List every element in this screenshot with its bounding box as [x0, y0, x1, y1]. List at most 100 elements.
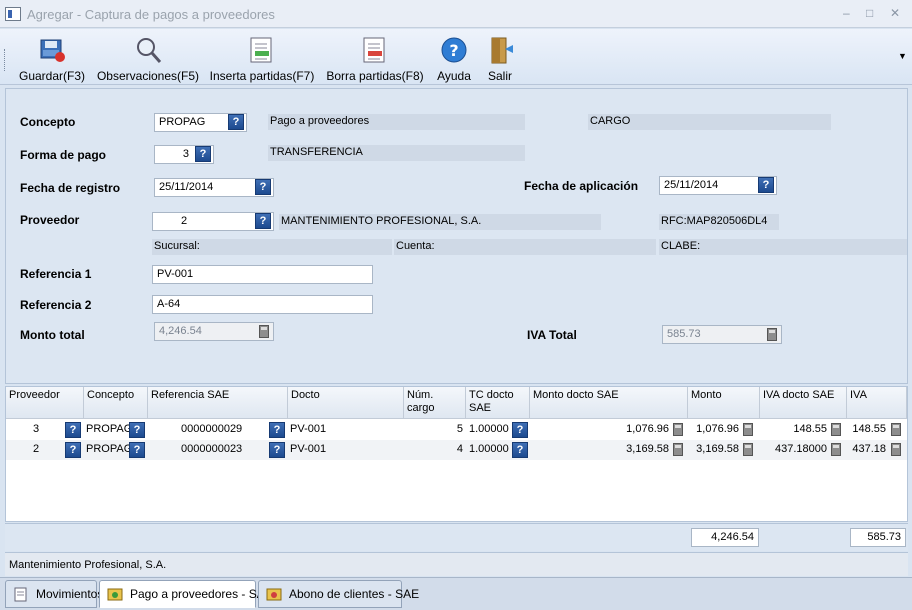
- tab-movimientos[interactable]: Movimientos: [5, 580, 103, 608]
- delete-rows-icon: [363, 37, 385, 63]
- proveedor-name: MANTENIMIENTO PROFESIONAL, S.A.: [279, 214, 601, 230]
- column-header-monto-docto[interactable]: Monto docto SAE: [530, 387, 688, 419]
- exit-button[interactable]: Salir: [482, 33, 518, 83]
- row-monto-docto[interactable]: 3,169.58: [530, 440, 672, 460]
- row-concepto[interactable]: PROPAG: [83, 420, 135, 440]
- column-header-iva-docto[interactable]: IVA docto SAE: [760, 387, 847, 419]
- row-docto[interactable]: PV-001: [287, 420, 329, 440]
- window-title: Agregar - Captura de pagos a proveedores: [27, 7, 275, 22]
- row-concepto[interactable]: PROPAG: [83, 440, 135, 460]
- concepto-label: Concepto: [20, 115, 76, 129]
- close-icon[interactable]: ✕: [890, 6, 900, 20]
- proveedor-rfc: RFC:MAP820506DL4: [659, 214, 779, 230]
- column-header-tc-docto[interactable]: TC docto SAE: [466, 387, 530, 419]
- referencia1-label: Referencia 1: [20, 267, 92, 281]
- concepto-lookup-icon[interactable]: ?: [129, 442, 145, 458]
- totals-bar: 4,246.54 585.73: [5, 523, 908, 551]
- concepto-lookup-icon[interactable]: ?: [129, 422, 145, 438]
- clabe-field: CLABE:: [659, 239, 907, 255]
- column-header-proveedor[interactable]: Proveedor: [6, 387, 84, 419]
- calculator-icon[interactable]: [831, 443, 841, 456]
- referencia2-label: Referencia 2: [20, 298, 92, 312]
- cuenta-field: Cuenta:: [394, 239, 656, 255]
- proveedor-lookup-icon[interactable]: ?: [65, 422, 81, 438]
- status-bar: Mantenimiento Profesional, S.A.: [5, 552, 908, 576]
- row-monto[interactable]: 1,076.96: [688, 420, 742, 440]
- referencia2-field[interactable]: A-64: [152, 295, 373, 314]
- row-tc-docto[interactable]: 1.00000: [466, 420, 512, 440]
- sucursal-field: Sucursal:: [152, 239, 392, 255]
- status-text: Mantenimiento Profesional, S.A.: [9, 559, 167, 571]
- help-icon: ?: [441, 37, 467, 63]
- referencia-lookup-icon[interactable]: ?: [269, 442, 285, 458]
- insert-rows-icon: [250, 37, 272, 63]
- document-tabs: Movimientos Pago a proveedores - SAE Abo…: [0, 577, 912, 610]
- row-referencia[interactable]: 0000000023: [178, 440, 245, 460]
- row-iva-docto[interactable]: 437.18000: [760, 440, 830, 460]
- calculator-icon[interactable]: [767, 328, 777, 341]
- save-button[interactable]: Guardar(F3): [14, 33, 90, 83]
- forma-pago-description: TRANSFERENCIA: [268, 145, 525, 161]
- delete-rows-button[interactable]: Borra partidas(F8): [324, 33, 426, 83]
- tc-lookup-icon[interactable]: ?: [512, 422, 528, 438]
- table-row[interactable]: 2 ? PROPAG ? 0000000023 ? PV-001 4 1.000…: [6, 440, 907, 460]
- calculator-icon[interactable]: [673, 423, 683, 436]
- calculator-icon[interactable]: [673, 443, 683, 456]
- row-num-cargo[interactable]: 5: [404, 420, 466, 440]
- proveedor-lookup-icon[interactable]: ?: [65, 442, 81, 458]
- fecha-aplicacion-calendar-icon[interactable]: ?: [758, 177, 774, 193]
- fecha-registro-label: Fecha de registro: [20, 181, 121, 195]
- proveedor-lookup-icon[interactable]: ?: [255, 213, 271, 229]
- column-header-docto[interactable]: Docto: [288, 387, 404, 419]
- exit-door-icon: [491, 37, 513, 64]
- tab-pago-proveedores[interactable]: Pago a proveedores - SAE: [99, 580, 273, 608]
- referencia1-field[interactable]: PV-001: [152, 265, 373, 284]
- row-iva-docto[interactable]: 148.55: [760, 420, 830, 440]
- forma-pago-lookup-icon[interactable]: ?: [195, 146, 211, 162]
- concepto-description: Pago a proveedores: [268, 114, 525, 130]
- row-proveedor[interactable]: 3: [30, 420, 42, 440]
- magnifier-icon: [137, 38, 162, 63]
- payment-icon: [266, 588, 282, 601]
- tab-abono-clientes[interactable]: Abono de clientes - SAE: [258, 580, 419, 608]
- referencia-lookup-icon[interactable]: ?: [269, 422, 285, 438]
- observations-button[interactable]: Observaciones(F5): [96, 33, 200, 83]
- calculator-icon[interactable]: [891, 443, 901, 456]
- fecha-aplicacion-label: Fecha de aplicación: [524, 179, 639, 193]
- row-num-cargo[interactable]: 4: [404, 440, 466, 460]
- insert-rows-button[interactable]: Inserta partidas(F7): [207, 33, 317, 83]
- maximize-icon[interactable]: □: [866, 6, 873, 20]
- fecha-registro-calendar-icon[interactable]: ?: [255, 179, 271, 195]
- concepto-lookup-icon[interactable]: ?: [228, 114, 244, 130]
- column-header-concepto[interactable]: Concepto: [84, 387, 148, 419]
- column-header-iva[interactable]: IVA: [847, 387, 907, 419]
- tc-lookup-icon[interactable]: ?: [512, 442, 528, 458]
- minimize-icon[interactable]: –: [843, 6, 850, 20]
- calculator-icon[interactable]: [743, 423, 753, 436]
- row-referencia[interactable]: 0000000029: [178, 420, 245, 440]
- calculator-icon[interactable]: [831, 423, 841, 436]
- row-monto-docto[interactable]: 1,076.96: [530, 420, 672, 440]
- concepto-type: CARGO: [588, 114, 831, 130]
- calculator-icon[interactable]: [891, 423, 901, 436]
- column-header-referencia[interactable]: Referencia SAE: [148, 387, 288, 419]
- proveedor-label: Proveedor: [20, 213, 80, 227]
- calculator-icon[interactable]: [259, 325, 269, 338]
- row-proveedor[interactable]: 2: [30, 440, 42, 460]
- title-bar: Agregar - Captura de pagos a proveedores…: [0, 0, 912, 28]
- table-row[interactable]: 3 ? PROPAG ? 0000000029 ? PV-001 5 1.000…: [6, 420, 907, 440]
- row-tc-docto[interactable]: 1.00000: [466, 440, 512, 460]
- row-iva[interactable]: 437.18: [847, 440, 889, 460]
- row-monto[interactable]: 3,169.58: [688, 440, 742, 460]
- calculator-icon[interactable]: [743, 443, 753, 456]
- row-iva[interactable]: 148.55: [847, 420, 889, 440]
- total-monto: 4,246.54: [691, 528, 759, 547]
- toolbar-overflow-icon[interactable]: ▼: [898, 51, 907, 61]
- column-header-num-cargo[interactable]: Núm. cargo: [404, 387, 466, 419]
- row-docto[interactable]: PV-001: [287, 440, 329, 460]
- header-form: Concepto PROPAG ? Pago a proveedores CAR…: [5, 88, 908, 384]
- iva-total-label: IVA Total: [527, 328, 577, 342]
- save-icon: [40, 39, 65, 62]
- help-button[interactable]: ? Ayuda: [433, 33, 475, 83]
- column-header-monto[interactable]: Monto: [688, 387, 760, 419]
